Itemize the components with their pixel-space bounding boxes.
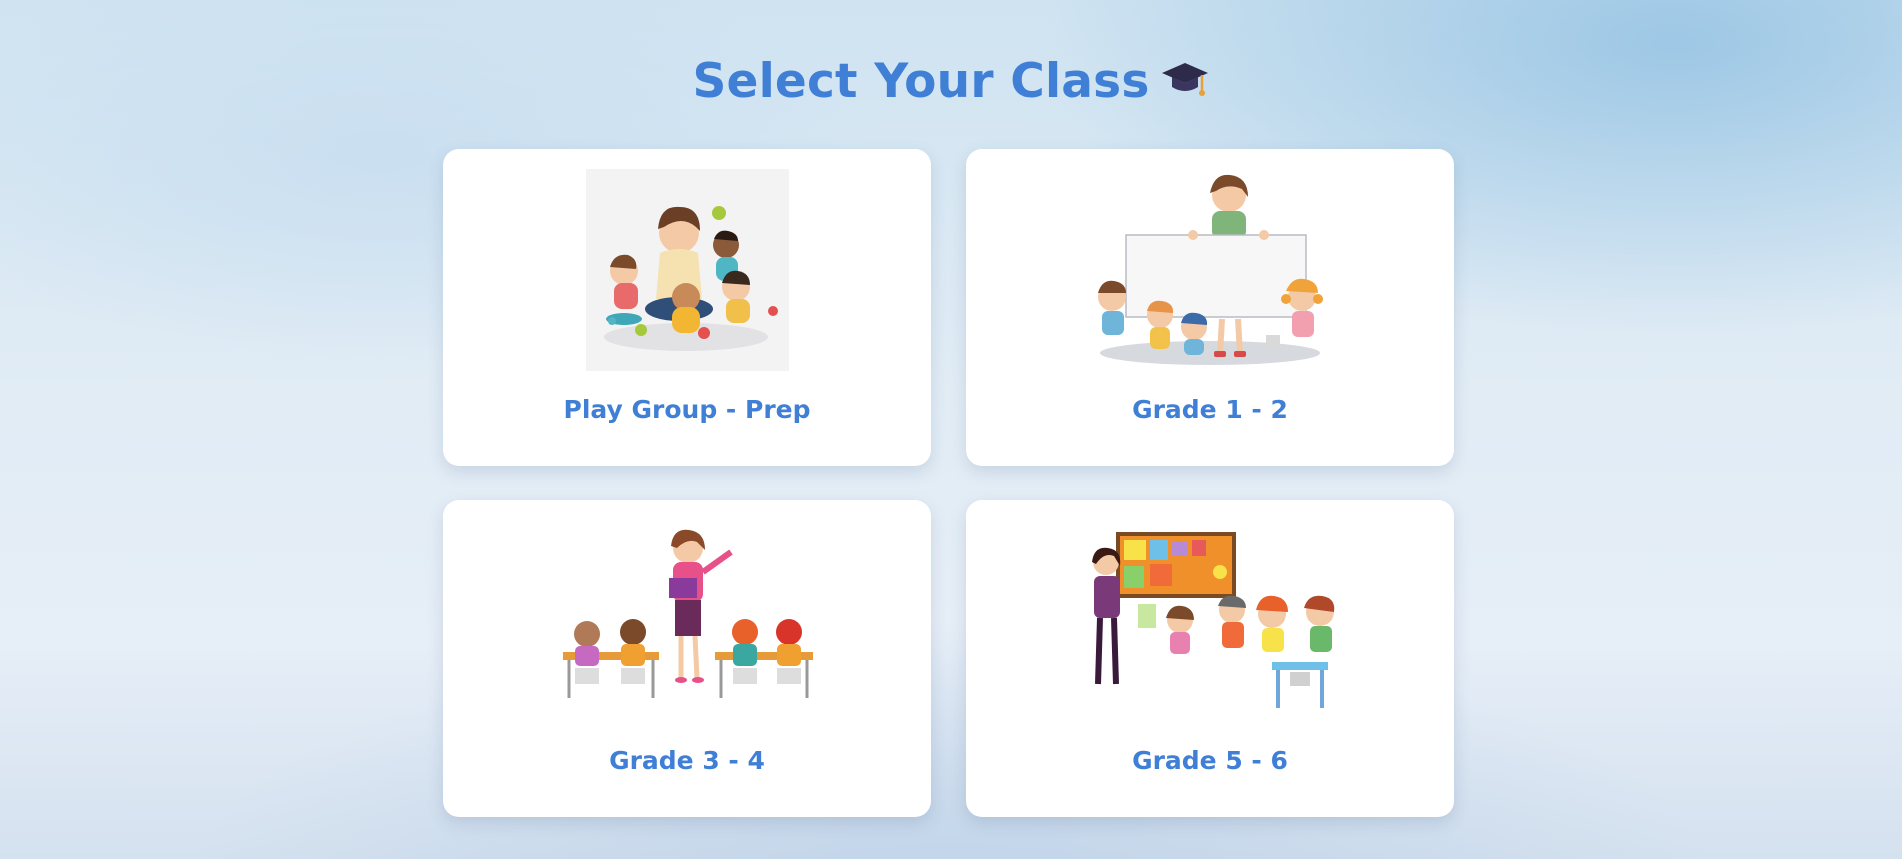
class-illustration-play-group bbox=[586, 169, 789, 371]
graduation-cap-icon bbox=[1160, 57, 1210, 115]
class-card-grade-5-6[interactable]: Grade 5 - 6 bbox=[966, 500, 1454, 817]
class-illustration-grade-3-4 bbox=[563, 529, 813, 698]
class-illustration-grade-1-2 bbox=[1098, 174, 1323, 365]
class-illustration-grade-5-6 bbox=[1092, 532, 1335, 708]
page-title-text: Select Your Class bbox=[692, 54, 1150, 109]
class-card-label: Grade 1 - 2 bbox=[1132, 395, 1288, 424]
class-card-label: Grade 3 - 4 bbox=[609, 746, 765, 775]
page-title: Select Your Class bbox=[0, 54, 1902, 115]
class-card-label: Play Group - Prep bbox=[563, 395, 811, 424]
class-card-label: Grade 5 - 6 bbox=[1132, 746, 1288, 775]
class-card-grade-3-4[interactable]: Grade 3 - 4 bbox=[443, 500, 931, 817]
class-card-play-group-prep[interactable]: Play Group - Prep bbox=[443, 149, 931, 466]
class-card-grade-1-2[interactable]: Grade 1 - 2 bbox=[966, 149, 1454, 466]
